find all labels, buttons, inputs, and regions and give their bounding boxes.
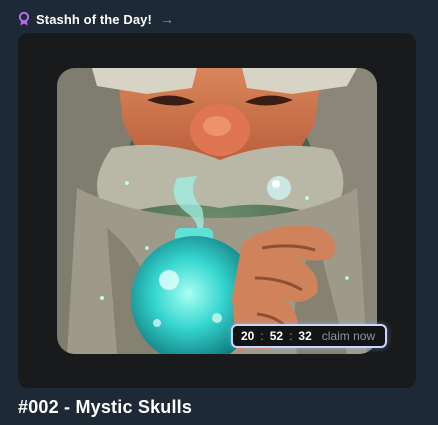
- claim-countdown-button[interactable]: 20 : 52 : 32 claim now: [231, 324, 387, 348]
- timer-minutes: 52: [269, 329, 284, 343]
- stashh-of-the-day-widget: Stashh of the Day! → 20: 52: 32 claim …: [0, 0, 438, 425]
- nft-title[interactable]: #002 - Mystic Skulls: [18, 397, 192, 418]
- timer-seconds: 32: [298, 329, 312, 343]
- arrow-right-icon[interactable]: →: [160, 12, 174, 26]
- timer-separator: :: [289, 329, 293, 343]
- claim-now-label[interactable]: claim now: [322, 329, 375, 343]
- section-header: Stashh of the Day! →: [18, 9, 174, 29]
- nft-image[interactable]: [57, 68, 377, 354]
- timer-separator: :: [260, 329, 264, 343]
- section-title: Stashh of the Day!: [36, 11, 152, 27]
- award-badge-icon: [18, 11, 30, 26]
- timer-hours: 20: [241, 329, 255, 343]
